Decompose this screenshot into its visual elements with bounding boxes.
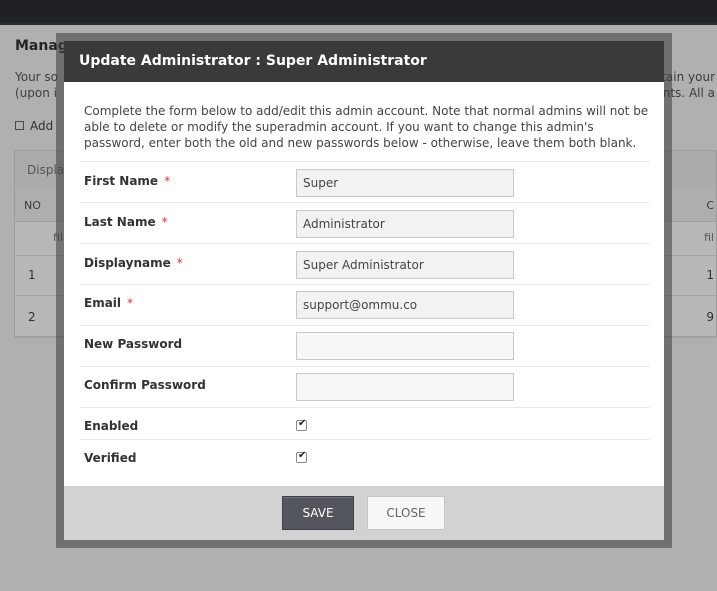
confirm-password-label: Confirm Password bbox=[84, 378, 206, 392]
form-row-new-password: New Password bbox=[80, 325, 650, 367]
displayname-input[interactable] bbox=[296, 251, 514, 279]
form-row-enabled: Enabled ✔ bbox=[80, 407, 650, 440]
dialog-intro-text: Complete the form below to add/edit this… bbox=[84, 104, 649, 150]
email-input[interactable] bbox=[296, 291, 514, 319]
verified-label: Verified bbox=[84, 451, 137, 465]
checkmark-icon: ✔ bbox=[298, 418, 307, 429]
confirm-password-input[interactable] bbox=[296, 373, 514, 401]
form-row-verified: Verified ✔ bbox=[80, 439, 650, 472]
save-button[interactable]: SAVE bbox=[282, 496, 354, 530]
required-marker: * bbox=[176, 256, 183, 270]
required-marker: * bbox=[161, 215, 168, 229]
first-name-label: First Name * bbox=[84, 174, 171, 188]
form-row-confirm-password: Confirm Password bbox=[80, 366, 650, 408]
last-name-input[interactable] bbox=[296, 210, 514, 238]
email-label: Email * bbox=[84, 296, 134, 310]
required-marker: * bbox=[127, 296, 134, 310]
enabled-checkbox[interactable]: ✔ bbox=[296, 418, 307, 431]
new-password-input[interactable] bbox=[296, 332, 514, 360]
close-button[interactable]: CLOSE bbox=[367, 496, 445, 530]
form-row-displayname: Displayname * bbox=[80, 243, 650, 285]
last-name-label: Last Name * bbox=[84, 215, 168, 229]
form-row-email: Email * bbox=[80, 284, 650, 326]
form-row-last-name: Last Name * bbox=[80, 202, 650, 244]
required-marker: * bbox=[164, 174, 171, 188]
enabled-label: Enabled bbox=[84, 419, 139, 433]
form-row-first-name: First Name * bbox=[80, 161, 650, 203]
displayname-label: Displayname * bbox=[84, 256, 183, 270]
dialog-title: Update Administrator : Super Administrat… bbox=[79, 53, 427, 69]
dialog-header: Update Administrator : Super Administrat… bbox=[64, 41, 664, 82]
checkmark-icon: ✔ bbox=[298, 450, 307, 461]
new-password-label: New Password bbox=[84, 337, 183, 351]
update-admin-dialog: Update Administrator : Super Administrat… bbox=[64, 41, 664, 540]
verified-checkbox[interactable]: ✔ bbox=[296, 450, 307, 463]
first-name-input[interactable] bbox=[296, 169, 514, 197]
dialog-footer: SAVE CLOSE bbox=[64, 486, 664, 540]
